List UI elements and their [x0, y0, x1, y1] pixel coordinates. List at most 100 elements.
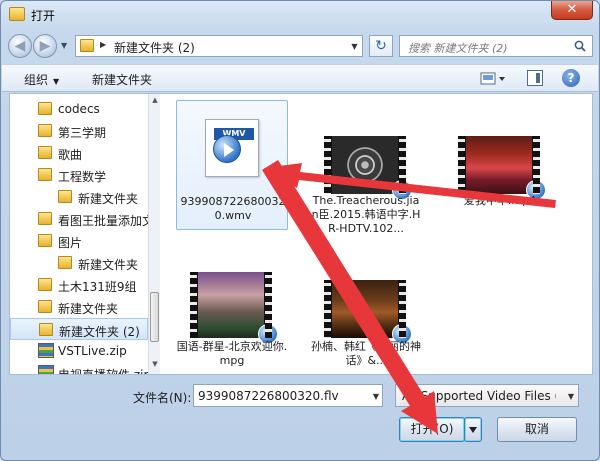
nav-item[interactable]: 新建文件夹 (2): [10, 318, 148, 340]
file-thumbnail: WMV: [185, 107, 279, 187]
nav-item-label: 新建文件夹: [58, 302, 119, 316]
folder-icon: [39, 323, 53, 336]
video-file-icon: [458, 136, 546, 200]
folder-icon: [38, 212, 52, 225]
address-bar[interactable]: ▶ 新建文件夹 (2): [75, 35, 363, 57]
file-tile[interactable]: 孙楠、韩红《美丽的神话》&...: [310, 266, 422, 376]
open-button[interactable]: 打开(O): [399, 417, 465, 442]
navigation-pane: codecs 第三学期 歌曲 工程数学 新建文件夹 看图王批量添加文 图片 新建文件夹 土木13…: [10, 94, 160, 374]
nav-item[interactable]: 歌曲: [10, 142, 148, 164]
scroll-down-icon[interactable]: ▼: [150, 360, 160, 372]
video-file-icon: [190, 272, 278, 344]
nav-item[interactable]: codecs: [10, 98, 148, 120]
search-icon: [574, 40, 586, 52]
organize-menu[interactable]: 组织 ▼: [24, 71, 59, 88]
navigation-scrollbar[interactable]: ▲ ▼: [148, 94, 160, 374]
filename-label: 文件名(N):: [133, 391, 192, 405]
file-name: 爱我中华.mp4: [463, 194, 537, 207]
file-thumbnail: [452, 106, 546, 200]
forward-button[interactable]: ▶: [33, 34, 57, 58]
file-name: 9399087226800320.wmv: [180, 195, 286, 222]
file-type-value: All Supported Video Files (*.: [402, 389, 556, 403]
scroll-up-icon[interactable]: ▲: [150, 96, 160, 108]
file-tile[interactable]: The.Treacherous.jian臣.2015.韩语中字.HR-HDTV.…: [310, 100, 422, 260]
scrollbar-thumb[interactable]: [150, 292, 159, 342]
recent-locations-dropdown[interactable]: ▼: [61, 41, 67, 50]
file-tile[interactable]: 国语-群星-北京欢迎你.mpg: [176, 266, 288, 376]
nav-item-label: 新建文件夹: [78, 192, 139, 206]
folder-icon: [38, 168, 52, 181]
nav-item-label: 歌曲: [58, 148, 83, 162]
media-play-icon: [213, 135, 241, 163]
nav-item-label: 图片: [58, 236, 83, 250]
filename-value[interactable]: 9399087226800320.flv: [198, 389, 339, 403]
nav-item[interactable]: 新建文件夹: [10, 252, 148, 274]
refresh-button[interactable]: ↻: [369, 35, 393, 57]
video-file-icon: [324, 280, 412, 344]
file-name: 孙楠、韩红《美丽的神话》&...: [311, 340, 421, 367]
nav-item-label: 土木131班9组: [58, 280, 137, 294]
file-type-select[interactable]: All Supported Video Files (*. ▼: [395, 384, 579, 407]
help-button[interactable]: ?: [562, 69, 580, 87]
arrow-right-icon: ▶: [39, 38, 51, 54]
folder-icon: [58, 256, 72, 269]
search-placeholder: 搜索 新建文件夹 (2): [408, 42, 508, 55]
breadcrumb-separator-icon[interactable]: ▶: [100, 40, 106, 49]
address-path[interactable]: 新建文件夹 (2): [114, 39, 195, 56]
open-options-dropdown[interactable]: [464, 417, 482, 442]
filename-field[interactable]: 9399087226800320.flv ▼: [193, 384, 383, 407]
file-name: The.Treacherous.jian臣.2015.韩语中字.HR-HDTV.…: [311, 194, 421, 235]
zip-archive-icon: [38, 343, 54, 358]
nav-item[interactable]: 新建文件夹: [10, 296, 148, 318]
cancel-button[interactable]: 取消: [497, 417, 577, 442]
command-toolbar: 组织 ▼ 新建文件夹 ?: [2, 64, 598, 92]
file-thumbnail: [318, 106, 412, 200]
search-input[interactable]: 搜索 新建文件夹 (2): [399, 35, 593, 57]
nav-item[interactable]: 图片: [10, 230, 148, 252]
nav-item-label: 新建文件夹: [78, 258, 139, 272]
folder-icon: [38, 300, 52, 313]
open-file-dialog: 打开 ✕ ◀ ▶ ▼ ▶ 新建文件夹 (2) ▼ ↻ 搜索 新建文件夹 (2): [0, 0, 600, 461]
folder-icon: [58, 190, 72, 203]
file-name: 国语-群星-北京欢迎你.mpg: [176, 340, 288, 367]
refresh-icon: ↻: [375, 38, 387, 54]
preview-pane-button[interactable]: [527, 70, 543, 86]
folder-icon: [9, 7, 25, 21]
new-folder-button[interactable]: 新建文件夹: [92, 71, 152, 88]
nav-item[interactable]: 电视直播软件.zip: [10, 362, 151, 374]
folder-icon: [38, 124, 52, 137]
folder-icon: [38, 146, 52, 159]
nav-item-label: 工程数学: [58, 170, 107, 184]
folder-icon: [80, 39, 94, 52]
folder-icon: [38, 102, 52, 115]
nav-item[interactable]: 工程数学: [10, 164, 148, 186]
zip-archive-icon: [38, 365, 54, 374]
chevron-down-icon: ▼: [53, 77, 60, 86]
address-dropdown[interactable]: ▼: [347, 35, 363, 57]
nav-item-label: codecs: [58, 102, 100, 116]
nav-item[interactable]: 土木131班9组: [10, 274, 148, 296]
nav-item-label: 电视直播软件.zip: [58, 366, 151, 374]
nav-item[interactable]: 第三学期: [10, 120, 148, 142]
file-tile[interactable]: WMV 9399087226800320.wmv: [176, 100, 288, 230]
nav-item-label: 第三学期: [58, 126, 107, 140]
arrow-left-icon: ◀: [14, 38, 26, 54]
back-button[interactable]: ◀: [8, 34, 32, 58]
nav-item[interactable]: 新建文件夹: [10, 186, 148, 208]
file-tile[interactable]: 爱我中华.mp4: [444, 100, 556, 230]
content-area: codecs 第三学期 歌曲 工程数学 新建文件夹 看图王批量添加文 图片 新建文件夹 土木13…: [9, 93, 593, 375]
nav-item-label: VSTLive.zip: [58, 344, 127, 358]
nav-item-label: 新建文件夹 (2): [59, 325, 140, 339]
chevron-down-icon[interactable]: ▼: [373, 392, 379, 401]
chevron-down-icon: ▼: [567, 392, 574, 401]
nav-item[interactable]: VSTLive.zip: [10, 340, 148, 362]
address-row: ◀ ▶ ▼ ▶ 新建文件夹 (2) ▼ ↻ 搜索 新建文件夹 (2): [1, 31, 599, 61]
folder-icon: [38, 278, 52, 291]
folder-icon: [38, 234, 52, 247]
title-bar: 打开 ✕: [1, 1, 599, 29]
close-button[interactable]: ✕: [551, 1, 593, 20]
nav-item-label: 看图王批量添加文: [58, 214, 155, 228]
nav-item[interactable]: 看图王批量添加文: [10, 208, 154, 230]
change-view-button[interactable]: [480, 71, 506, 87]
file-list: WMV 9399087226800320.wmv The.Treacherous…: [162, 94, 576, 374]
